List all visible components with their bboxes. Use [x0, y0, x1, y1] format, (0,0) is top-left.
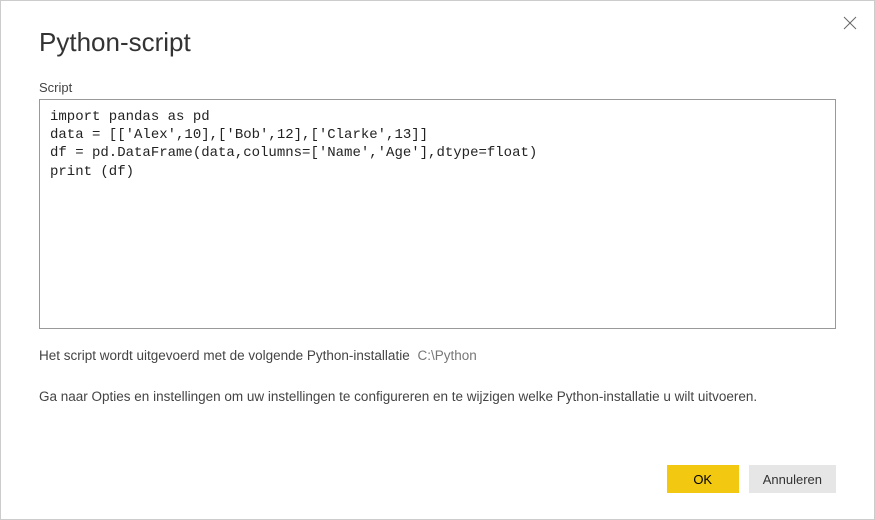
install-note-text: Het script wordt uitgevoerd met de volge…: [39, 348, 410, 363]
python-script-dialog: Python-script Script Het script wordt ui…: [0, 0, 875, 520]
script-label: Script: [39, 80, 836, 95]
button-row: OK Annuleren: [667, 465, 836, 493]
ok-button[interactable]: OK: [667, 465, 739, 493]
dialog-title: Python-script: [39, 27, 836, 58]
script-input[interactable]: [39, 99, 836, 329]
close-icon: [843, 16, 857, 30]
cancel-button[interactable]: Annuleren: [749, 465, 836, 493]
options-note: Ga naar Opties en instellingen om uw ins…: [39, 389, 836, 404]
close-button[interactable]: [840, 13, 860, 33]
install-path: C:\Python: [417, 348, 476, 363]
install-note: Het script wordt uitgevoerd met de volge…: [39, 348, 836, 363]
